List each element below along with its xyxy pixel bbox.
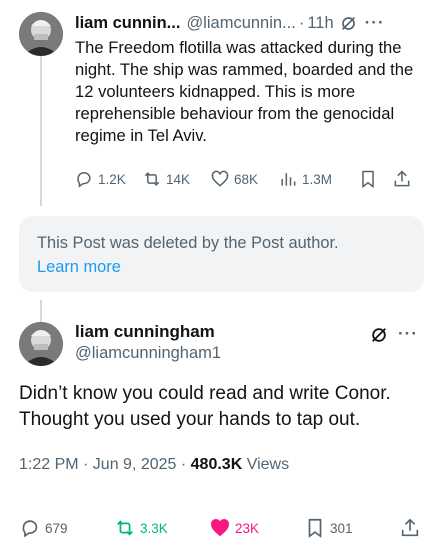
like-count: 68K [234, 171, 259, 187]
author-name[interactable]: liam cunningham [75, 322, 215, 342]
avatar[interactable] [19, 322, 63, 366]
author-handle[interactable]: @liamcunnin... [186, 14, 295, 33]
views-button[interactable]: 1.3M [278, 169, 358, 189]
reply-button[interactable]: 1.2K [74, 169, 142, 189]
post-timestamp[interactable]: 1:22 PM · Jun 9, 2025 · [19, 456, 191, 473]
separator-dot: · [298, 13, 305, 32]
bookmark-button[interactable]: 301 [304, 517, 399, 539]
tweet2-actions: 679 3.3K 23K 301 [19, 514, 424, 542]
avatar-image [19, 12, 63, 56]
tweet1-header: liam cunnin... @liamcunnin... · 11h ··· [75, 12, 422, 34]
views-label: Views [242, 456, 290, 473]
heart-icon [211, 519, 229, 537]
learn-more-link[interactable]: Learn more [37, 255, 406, 279]
thread-line [40, 56, 42, 206]
reply-icon [77, 172, 91, 188]
post-metadata: 1:22 PM · Jun 9, 2025 · 480.3K Views [19, 456, 289, 474]
share-icon [401, 518, 419, 537]
deleted-post-notice: This Post was deleted by the Post author… [19, 216, 424, 292]
bookmark-button[interactable] [358, 169, 392, 189]
bookmark-count: 301 [330, 520, 353, 536]
post-time[interactable]: 11h [307, 14, 333, 33]
views-icon [281, 173, 296, 186]
views-count: 1.3M [302, 171, 333, 187]
tweet1-text: The Freedom flotilla was attacked during… [75, 38, 414, 145]
reply-count: 679 [45, 520, 68, 536]
repost-button[interactable]: 14K [142, 169, 210, 189]
repost-icon [117, 520, 133, 536]
repost-button[interactable]: 3.3K [114, 517, 209, 539]
tweet2-text: Didn’t know you could read and write Con… [19, 383, 391, 430]
share-button[interactable] [399, 517, 421, 539]
more-options-icon[interactable]: ··· [365, 13, 385, 33]
share-icon [394, 170, 410, 187]
like-button[interactable]: 23K [209, 517, 304, 539]
repost-icon [144, 172, 160, 186]
share-button[interactable] [392, 169, 412, 189]
views-total: 480.3K [190, 456, 243, 473]
like-count: 23K [235, 520, 260, 536]
reply-count: 1.2K [98, 171, 126, 187]
bookmark-icon [362, 170, 374, 188]
author-handle[interactable]: @liamcunningham1 [75, 344, 221, 363]
repost-count: 14K [166, 171, 191, 187]
avatar-image [19, 322, 63, 366]
deleted-message: This Post was deleted by the Post author… [37, 234, 339, 252]
more-options-icon[interactable]: ··· [398, 324, 418, 344]
reply-icon [22, 520, 38, 538]
reply-button[interactable]: 679 [19, 517, 114, 539]
bookmark-icon [308, 518, 322, 538]
thread-line [40, 300, 42, 322]
repost-count: 3.3K [140, 520, 168, 536]
tweet1-actions: 1.2K 14K 68K 1.3M [74, 166, 424, 192]
grok-icon[interactable] [340, 15, 357, 32]
avatar[interactable] [19, 12, 63, 56]
grok-icon[interactable] [370, 326, 388, 344]
heart-icon [211, 170, 229, 187]
author-name[interactable]: liam cunnin... [75, 14, 180, 33]
like-button[interactable]: 68K [210, 169, 278, 189]
